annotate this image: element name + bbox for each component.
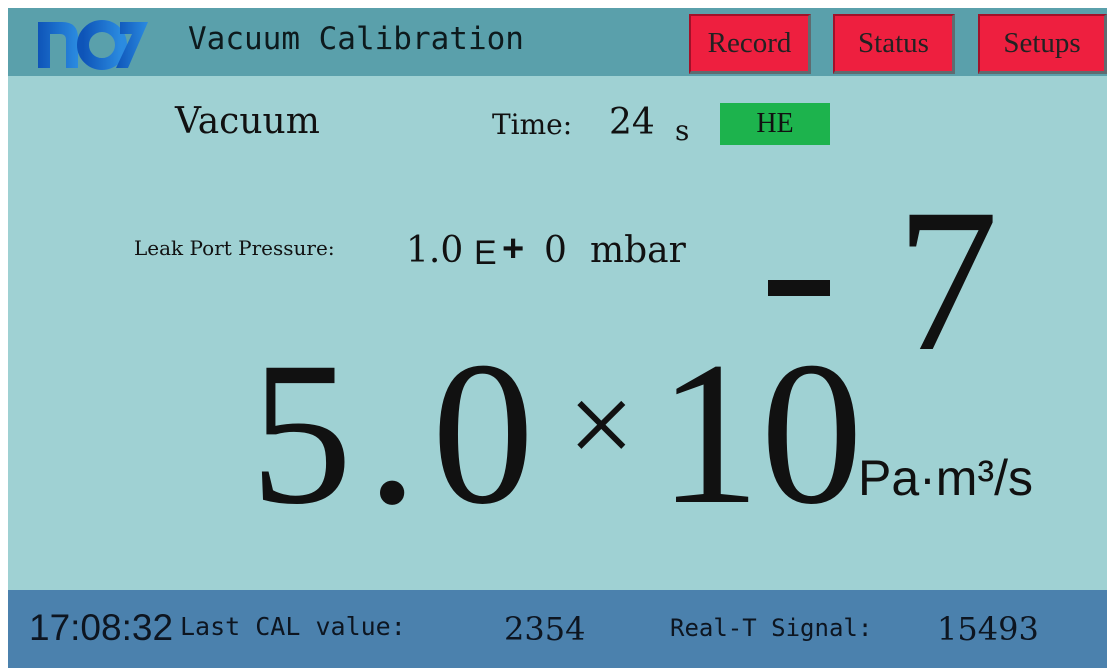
leak-rate-exponent-minus — [768, 280, 830, 296]
leak-port-pressure-unit: mbar — [590, 230, 686, 271]
leak-rate-mantissa: 5.0 — [250, 320, 549, 547]
time-label: Time: — [492, 108, 573, 141]
leak-port-pressure-sign: + — [502, 228, 525, 270]
app-title: Vacuum Calibration — [188, 21, 524, 57]
leak-port-pressure-e: E — [474, 234, 497, 272]
setups-button[interactable]: Setups — [978, 14, 1107, 74]
leak-rate-times-sign: × — [568, 359, 635, 490]
status-button[interactable]: Status — [833, 14, 955, 74]
clock: 17:08:32 — [29, 607, 174, 648]
leak-port-pressure-mantissa: 1.0 — [406, 230, 464, 271]
time-value: 24 — [609, 102, 655, 143]
gas-type-badge: HE — [720, 103, 830, 145]
leak-port-pressure-label: Leak Port Pressure: — [134, 236, 335, 260]
header-bar: Vacuum Calibration Record Status Setups — [8, 8, 1107, 76]
real-time-signal-value: 15493 — [937, 610, 1039, 648]
company-logo — [38, 20, 148, 70]
real-time-signal-label: Real-T Signal: — [670, 614, 873, 642]
last-cal-value: 2354 — [504, 610, 586, 648]
time-unit: s — [675, 114, 690, 147]
leak-port-pressure-exponent: 0 — [544, 230, 567, 271]
leak-rate-unit: Pa·m³/s — [858, 450, 1033, 506]
record-button[interactable]: Record — [689, 14, 811, 74]
leak-rate-exponent: 7 — [896, 167, 999, 394]
mode-label: Vacuum — [175, 101, 320, 142]
screen: Vacuum Calibration Record Status Setups … — [8, 8, 1107, 668]
leak-rate-base: 10 — [658, 320, 863, 547]
last-cal-label: Last CAL value: — [180, 612, 406, 641]
